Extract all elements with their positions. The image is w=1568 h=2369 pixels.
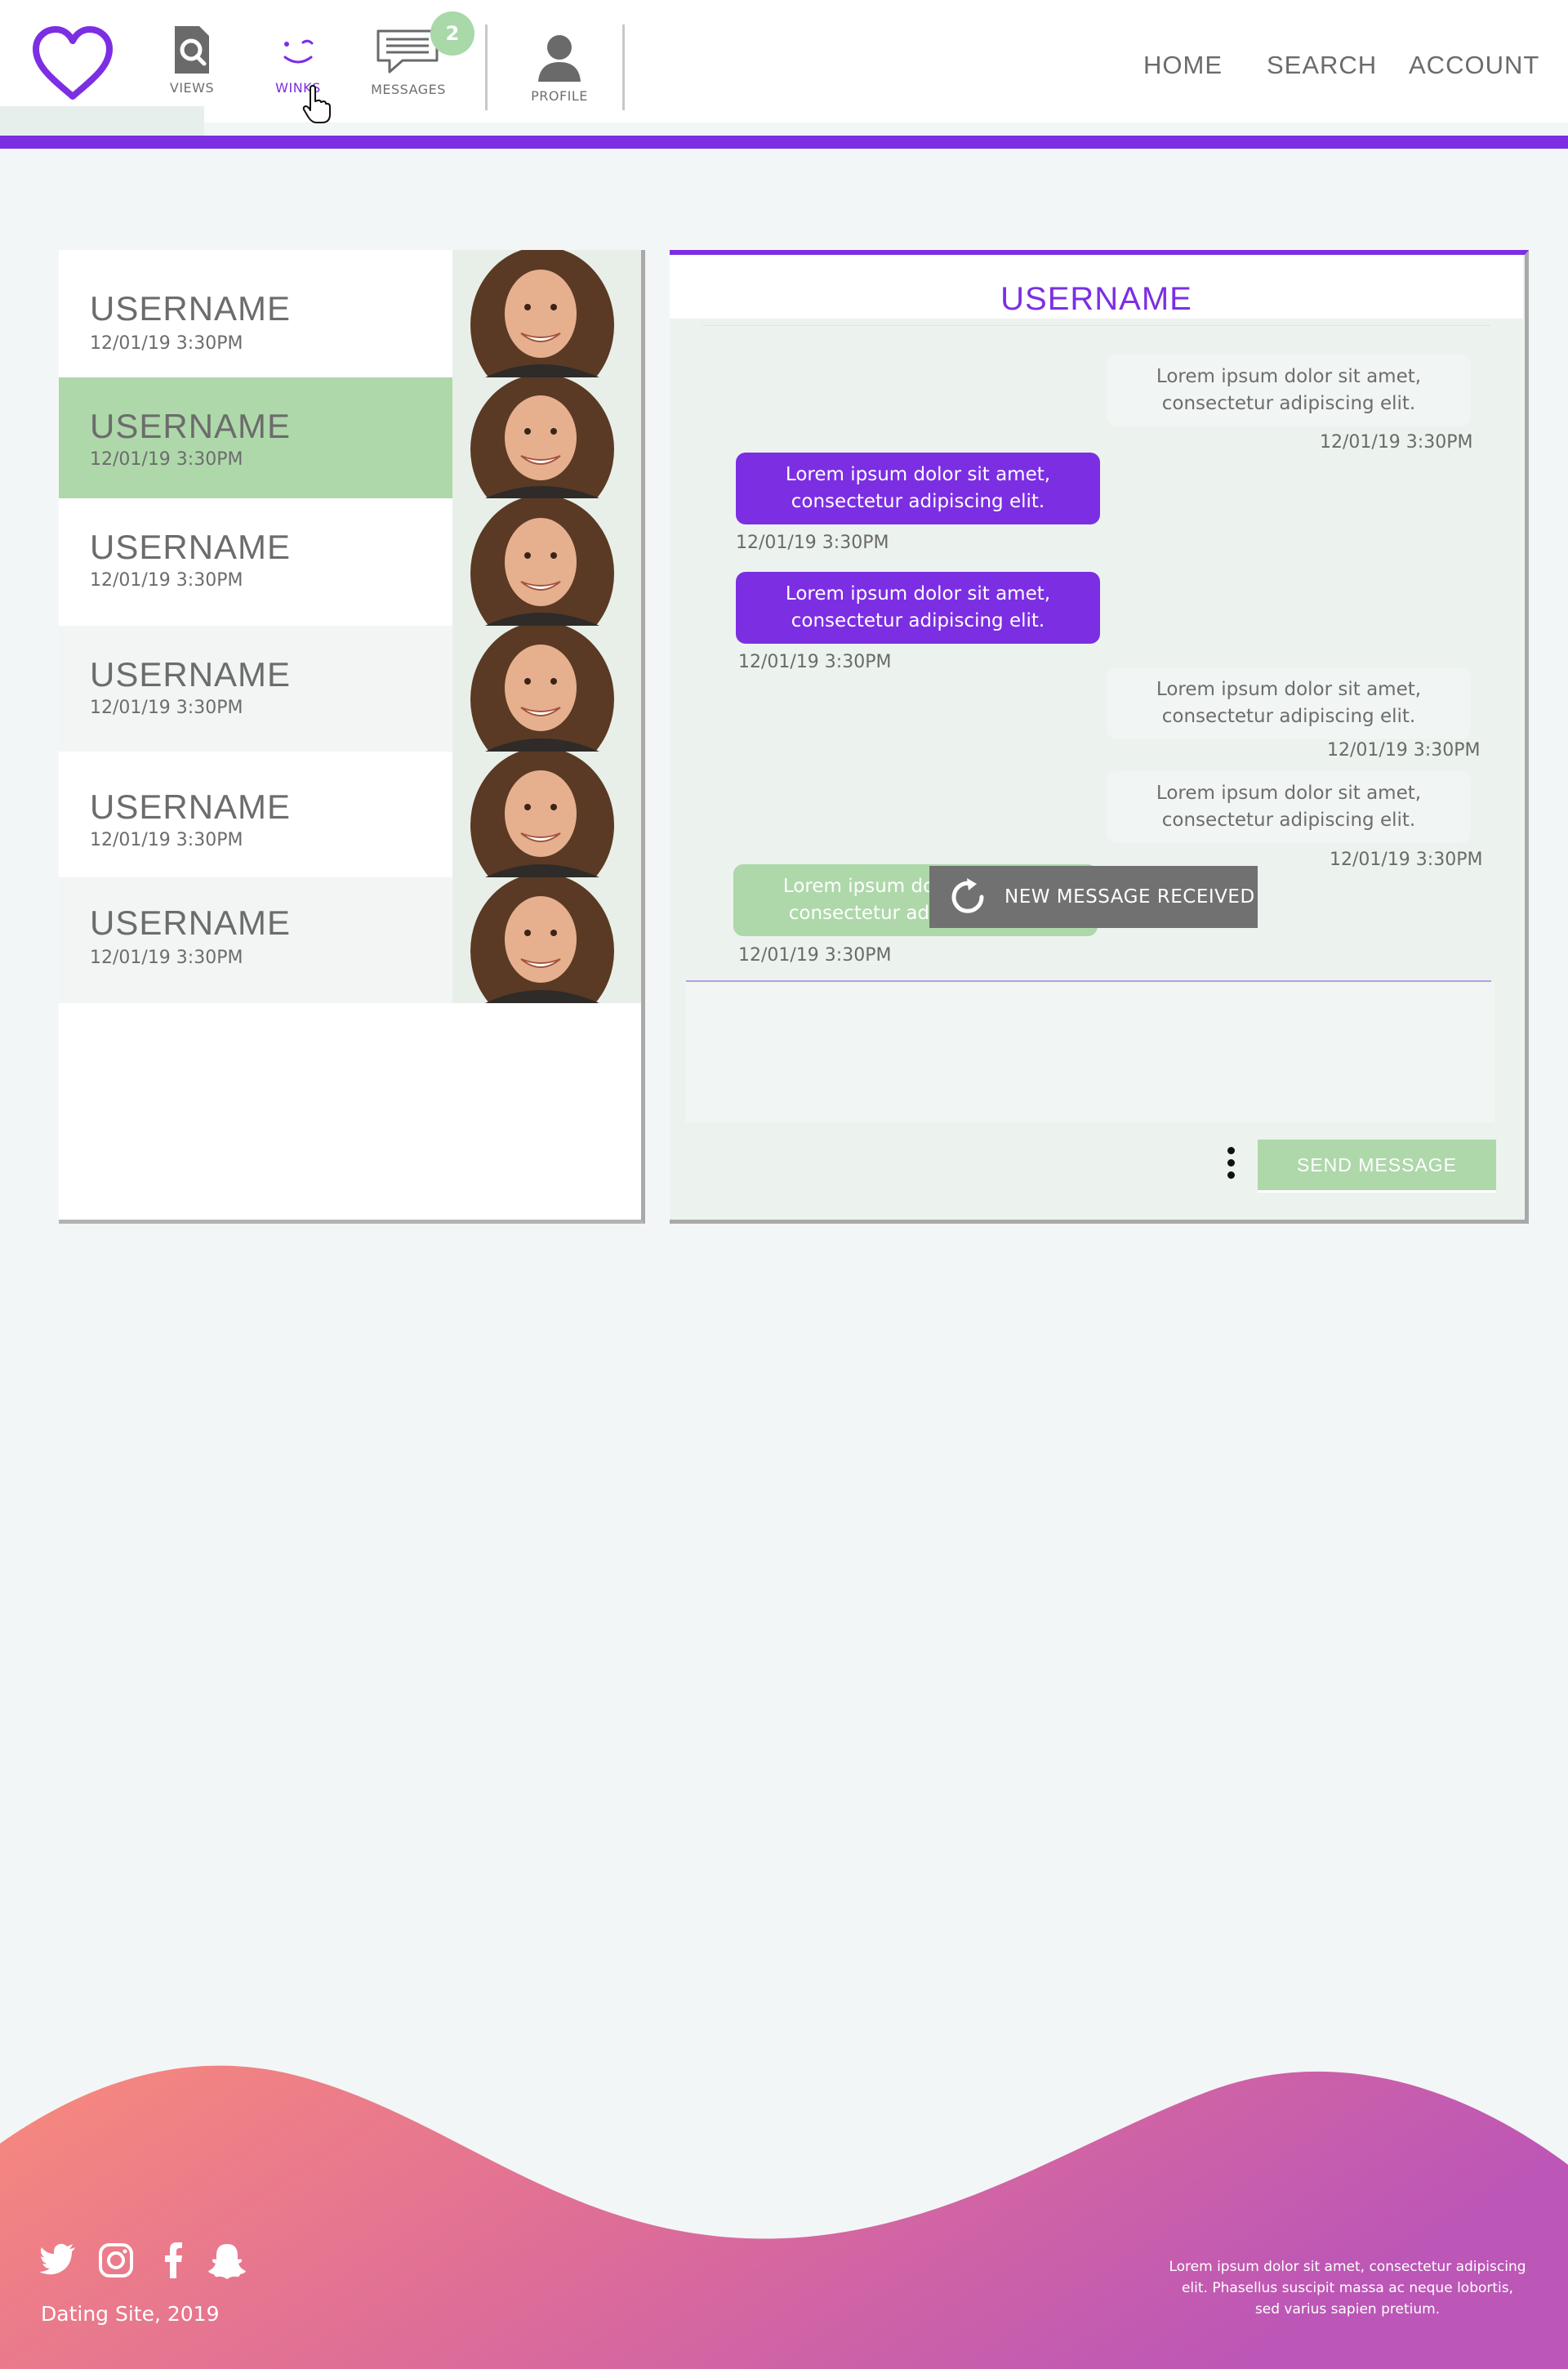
header-tint (0, 106, 204, 136)
message-time: 12/01/19 3:30PM (1327, 740, 1481, 761)
avatar (452, 377, 641, 498)
conversation-item[interactable]: USERNAME 12/01/19 3:30PM (59, 752, 641, 877)
conversation-username: USERNAME (90, 787, 292, 826)
hand-cursor-icon (302, 85, 331, 123)
wink-icon (283, 39, 314, 64)
conversation-item[interactable]: USERNAME 12/01/19 3:30PM (59, 877, 641, 1003)
message-bubble-incoming: Lorem ipsum dolor sit amet, consectetur … (1107, 667, 1471, 739)
twitter-icon[interactable] (39, 2242, 77, 2275)
message-time: 12/01/19 3:30PM (738, 945, 892, 966)
messages-count-badge: 2 (430, 11, 474, 56)
chat-username-title[interactable]: USERNAME (670, 281, 1523, 318)
conversation-time: 12/01/19 3:30PM (90, 948, 243, 968)
message-bubble-outgoing: Lorem ipsum dolor sit amet, consectetur … (736, 572, 1100, 644)
message-bubble-incoming: Lorem ipsum dolor sit amet, consectetur … (1107, 771, 1471, 843)
conversation-time: 12/01/19 3:30PM (90, 570, 243, 591)
conversation-username: USERNAME (90, 289, 292, 328)
conversation-time: 12/01/19 3:30PM (90, 449, 243, 470)
message-time: 12/01/19 3:30PM (738, 652, 892, 672)
conversation-item[interactable]: USERNAME 12/01/19 3:30PM (59, 498, 641, 626)
nav-profile-label: PROFILE (531, 88, 588, 104)
header-accent-line (0, 136, 1568, 149)
chat-header-divider (702, 325, 1490, 326)
message-bubble-incoming: Lorem ipsum dolor sit amet, consectetur … (1107, 355, 1471, 426)
nav-divider (485, 25, 488, 110)
instagram-icon[interactable] (98, 2242, 134, 2278)
conversation-username: USERNAME (90, 528, 292, 566)
avatar (452, 626, 641, 752)
conversation-username: USERNAME (90, 655, 292, 694)
message-time: 12/01/19 3:30PM (1330, 850, 1483, 870)
avatar (452, 498, 641, 626)
nav-home-link[interactable]: HOME (1143, 51, 1223, 80)
toast-label: NEW MESSAGE RECEIVED (1004, 886, 1255, 908)
avatar (452, 752, 641, 877)
message-time: 12/01/19 3:30PM (736, 533, 889, 553)
nav-views[interactable]: VIEWS (159, 25, 225, 96)
conversation-item[interactable]: USERNAME 12/01/19 3:30PM (59, 626, 641, 752)
conversation-time: 12/01/19 3:30PM (90, 698, 243, 718)
conversation-info: USERNAME 12/01/19 3:30PM (59, 377, 452, 498)
nav-profile[interactable]: PROFILE (519, 31, 600, 104)
nav-search-link[interactable]: SEARCH (1267, 51, 1377, 80)
conversation-username: USERNAME (90, 903, 292, 942)
conversation-info: USERNAME 12/01/19 3:30PM (59, 626, 452, 752)
nav-account-link[interactable]: ACCOUNT (1409, 51, 1539, 80)
profile-icon (538, 35, 581, 82)
new-message-toast[interactable]: NEW MESSAGE RECEIVED (929, 866, 1258, 928)
conversation-time: 12/01/19 3:30PM (90, 830, 243, 850)
conversation-info: USERNAME 12/01/19 3:30PM (59, 250, 452, 377)
avatar (452, 877, 641, 1003)
footer-wave (0, 2065, 1568, 2369)
snapchat-icon[interactable] (207, 2242, 247, 2280)
conversation-item[interactable]: USERNAME 12/01/19 3:30PM (59, 377, 641, 498)
conversation-username: USERNAME (90, 407, 292, 445)
avatar (452, 250, 641, 377)
conversation-info: USERNAME 12/01/19 3:30PM (59, 752, 452, 877)
views-search-icon (175, 26, 209, 74)
facebook-icon[interactable] (163, 2242, 183, 2278)
conversation-info: USERNAME 12/01/19 3:30PM (59, 498, 452, 626)
nav-divider (622, 25, 625, 110)
message-bubble-outgoing: Lorem ipsum dolor sit amet, consectetur … (736, 453, 1100, 524)
refresh-icon (951, 878, 984, 913)
message-input[interactable] (686, 982, 1494, 1122)
nav-views-label: VIEWS (169, 80, 215, 96)
conversation-time: 12/01/19 3:30PM (90, 333, 243, 354)
conversation-list: USERNAME 12/01/19 3:30PM USERNAME 12/01/… (59, 250, 645, 1224)
footer-blurb: Lorem ipsum dolor sit amet, consectetur … (1169, 2259, 1526, 2318)
conversation-item[interactable]: USERNAME 12/01/19 3:30PM (59, 250, 641, 377)
heart-logo-icon[interactable] (29, 23, 116, 105)
chat-panel: USERNAME Lorem ipsum dolor sit amet, con… (670, 250, 1529, 1224)
conversation-info: USERNAME 12/01/19 3:30PM (59, 877, 452, 1003)
footer-copyright: Dating Site, 2019 (41, 2302, 220, 2326)
send-message-button[interactable]: SEND MESSAGE (1258, 1140, 1496, 1190)
message-time: 12/01/19 3:30PM (1320, 432, 1473, 453)
nav-messages-label: MESSAGES (371, 82, 446, 97)
kebab-menu-icon[interactable] (1225, 1147, 1236, 1186)
